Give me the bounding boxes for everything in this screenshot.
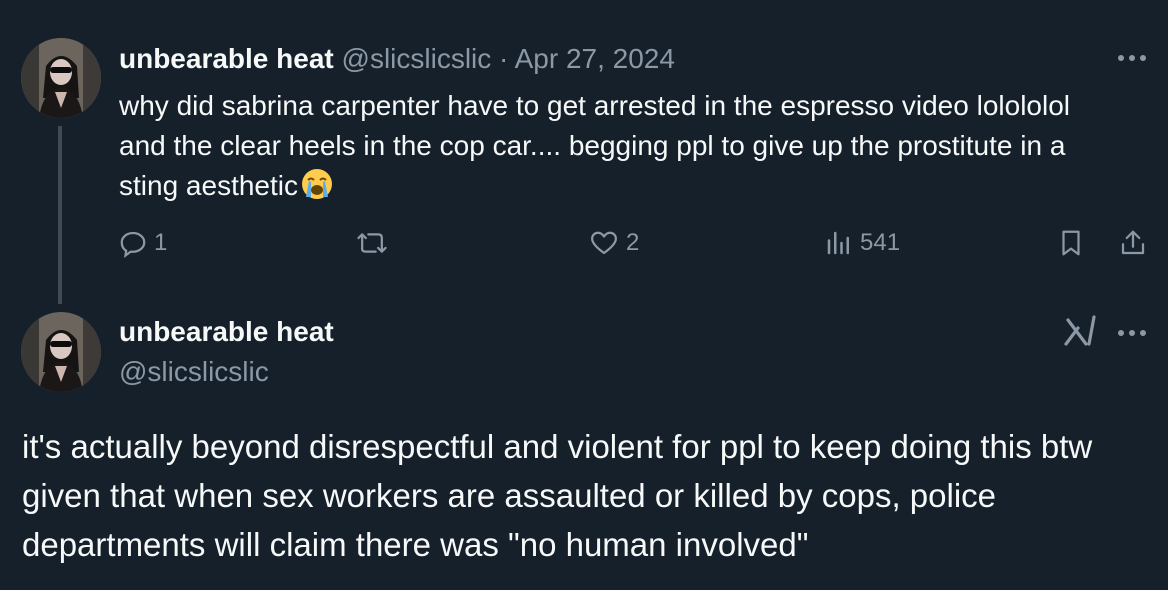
tweet-text-content: why did sabrina carpenter have to get ar…: [119, 90, 1071, 201]
tweet-header: unbearable heat @slicslicslic · Apr 27, …: [119, 42, 675, 76]
views-button[interactable]: 541: [824, 228, 900, 258]
views-count: 541: [860, 229, 901, 256]
user-handle[interactable]: @slicslicslic: [342, 43, 492, 74]
thread-connector-line: [58, 126, 62, 304]
tweet-text: it's actually beyond disrespectful and v…: [22, 428, 1093, 563]
display-name[interactable]: unbearable heat: [119, 315, 334, 349]
bookmark-icon: [1062, 230, 1080, 256]
avatar[interactable]: [21, 312, 101, 392]
like-button[interactable]: 2: [588, 228, 639, 258]
repost-button[interactable]: [356, 228, 394, 258]
heart-icon: [591, 231, 617, 255]
share-button[interactable]: [1118, 228, 1148, 258]
more-options-icon[interactable]: [1118, 330, 1146, 336]
reply-button[interactable]: 1: [118, 228, 167, 258]
share-icon: [1121, 230, 1145, 255]
repost-icon: [357, 233, 387, 253]
tweet-date[interactable]: Apr 27, 2024: [515, 43, 675, 74]
grok-icon[interactable]: [1062, 314, 1098, 353]
user-handle[interactable]: @slicslicslic: [119, 355, 269, 389]
tweet-actions: 1 2 541: [118, 228, 1158, 264]
reply-count: 1: [154, 229, 168, 256]
like-count: 2: [626, 229, 640, 256]
tweet-text: why did sabrina carpenter have to get ar…: [119, 86, 1099, 206]
loudly-crying-face-icon: [300, 167, 334, 201]
avatar[interactable]: [21, 38, 101, 118]
views-chart-icon: [827, 231, 849, 255]
header-separator: ·: [499, 43, 509, 74]
reply-icon: [120, 231, 146, 258]
more-options-icon[interactable]: [1118, 55, 1146, 61]
avatar-image: [21, 38, 101, 118]
display-name[interactable]: unbearable heat: [119, 43, 334, 74]
bookmark-button[interactable]: [1056, 228, 1086, 258]
avatar-image: [21, 312, 101, 392]
